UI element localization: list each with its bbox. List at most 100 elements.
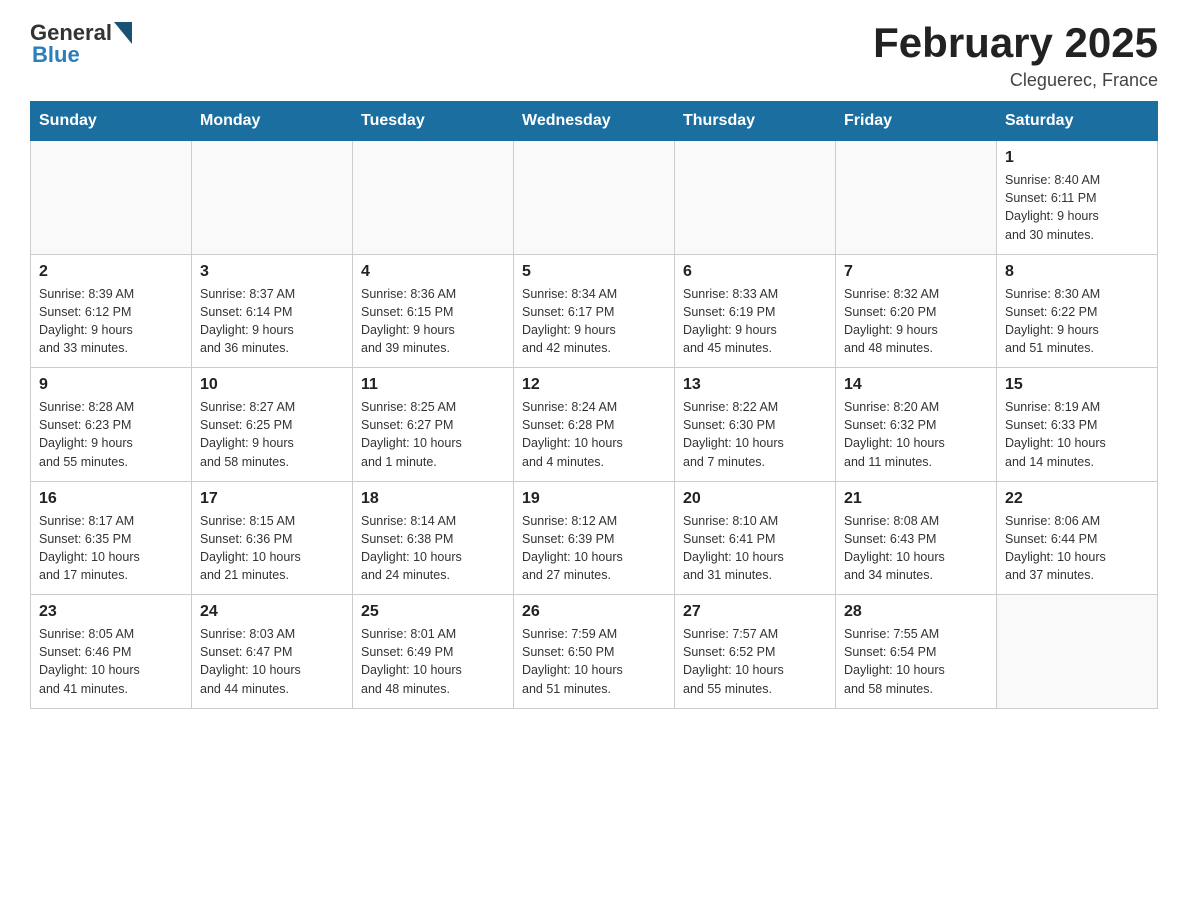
calendar-day-cell: 7Sunrise: 8:32 AMSunset: 6:20 PMDaylight… <box>836 254 997 368</box>
calendar-day-cell: 11 Sunrise: 8:25 AMSunset: 6:27 PMDayligh… <box>353 368 514 482</box>
day-info: Sunrise: 8:30 AMSunset: 6:22 PMDaylight:… <box>1005 285 1149 358</box>
location-subtitle: Cleguerec, France <box>873 70 1158 91</box>
day-number: 24 <box>200 603 344 621</box>
day-number: 13 <box>683 376 827 394</box>
day-info: Sunrise: 8:40 AMSunset: 6:11 PMDaylight:… <box>1005 171 1149 244</box>
calendar-day-cell: 24 Sunrise: 8:03 AMSunset: 6:47 PMDayligh… <box>192 595 353 709</box>
day-number: 10 <box>200 376 344 394</box>
calendar-day-cell: 15Sunrise: 8:19 AMSunset: 6:33 PMDayligh… <box>997 368 1158 482</box>
day-info: Sunrise: 8:10 AMSunset: 6:41 PMDaylight:… <box>683 512 827 585</box>
calendar-day-cell: 25 Sunrise: 8:01 AMSunset: 6:49 PMDayligh… <box>353 595 514 709</box>
day-info: Sunrise: 8:01 AMSunset: 6:49 PMDaylight:… <box>361 625 505 698</box>
day-number: 27 <box>683 603 827 621</box>
day-number: 21 <box>844 490 988 508</box>
calendar-day-cell: 19 Sunrise: 8:12 AMSunset: 6:39 PMDayligh… <box>514 481 675 595</box>
day-number: 4 <box>361 263 505 281</box>
logo-blue-text: Blue <box>32 42 132 68</box>
calendar-header-row: SundayMondayTuesdayWednesdayThursdayFrid… <box>31 102 1158 141</box>
calendar-day-cell: 12Sunrise: 8:24 AMSunset: 6:28 PMDayligh… <box>514 368 675 482</box>
day-number: 26 <box>522 603 666 621</box>
month-year-title: February 2025 <box>873 20 1158 66</box>
day-number: 23 <box>39 603 183 621</box>
day-number: 25 <box>361 603 505 621</box>
logo-triangle-icon <box>114 22 132 44</box>
day-info: Sunrise: 8:22 AMSunset: 6:30 PMDaylight:… <box>683 398 827 471</box>
calendar-day-cell: 21 Sunrise: 8:08 AMSunset: 6:43 PMDayligh… <box>836 481 997 595</box>
calendar-day-cell: 17 Sunrise: 8:15 AMSunset: 6:36 PMDayligh… <box>192 481 353 595</box>
calendar-day-header: Saturday <box>997 102 1158 141</box>
day-info: Sunrise: 8:08 AMSunset: 6:43 PMDaylight:… <box>844 512 988 585</box>
calendar-day-header: Tuesday <box>353 102 514 141</box>
calendar-week-row: 1 Sunrise: 8:40 AMSunset: 6:11 PMDaylight… <box>31 141 1158 255</box>
calendar-week-row: 9Sunrise: 8:28 AMSunset: 6:23 PMDaylight… <box>31 368 1158 482</box>
calendar-week-row: 16 Sunrise: 8:17 AMSunset: 6:35 PMDayligh… <box>31 481 1158 595</box>
day-number: 9 <box>39 376 183 394</box>
calendar-day-header: Monday <box>192 102 353 141</box>
day-info: Sunrise: 8:19 AMSunset: 6:33 PMDaylight:… <box>1005 398 1149 471</box>
calendar-day-cell: 23 Sunrise: 8:05 AMSunset: 6:46 PMDayligh… <box>31 595 192 709</box>
calendar-day-cell: 9Sunrise: 8:28 AMSunset: 6:23 PMDaylight… <box>31 368 192 482</box>
day-info: Sunrise: 8:14 AMSunset: 6:38 PMDaylight:… <box>361 512 505 585</box>
day-number: 20 <box>683 490 827 508</box>
day-number: 17 <box>200 490 344 508</box>
day-number: 18 <box>361 490 505 508</box>
calendar-day-cell <box>514 141 675 255</box>
calendar-day-cell <box>836 141 997 255</box>
day-info: Sunrise: 8:06 AMSunset: 6:44 PMDaylight:… <box>1005 512 1149 585</box>
calendar-day-header: Wednesday <box>514 102 675 141</box>
calendar-day-header: Friday <box>836 102 997 141</box>
day-info: Sunrise: 8:39 AMSunset: 6:12 PMDaylight:… <box>39 285 183 358</box>
calendar-day-cell: 1 Sunrise: 8:40 AMSunset: 6:11 PMDaylight… <box>997 141 1158 255</box>
calendar-day-cell: 8 Sunrise: 8:30 AMSunset: 6:22 PMDaylight… <box>997 254 1158 368</box>
calendar-day-cell: 4Sunrise: 8:36 AMSunset: 6:15 PMDaylight… <box>353 254 514 368</box>
calendar-day-cell: 5 Sunrise: 8:34 AMSunset: 6:17 PMDaylight… <box>514 254 675 368</box>
day-number: 8 <box>1005 263 1149 281</box>
calendar-day-cell: 6 Sunrise: 8:33 AMSunset: 6:19 PMDaylight… <box>675 254 836 368</box>
day-number: 3 <box>200 263 344 281</box>
day-info: Sunrise: 8:25 AMSunset: 6:27 PMDaylight:… <box>361 398 505 471</box>
calendar-day-cell: 27 Sunrise: 7:57 AMSunset: 6:52 PMDayligh… <box>675 595 836 709</box>
calendar-day-header: Sunday <box>31 102 192 141</box>
day-number: 6 <box>683 263 827 281</box>
day-number: 11 <box>361 376 505 394</box>
day-info: Sunrise: 7:57 AMSunset: 6:52 PMDaylight:… <box>683 625 827 698</box>
day-number: 5 <box>522 263 666 281</box>
calendar-week-row: 23 Sunrise: 8:05 AMSunset: 6:46 PMDayligh… <box>31 595 1158 709</box>
day-info: Sunrise: 8:17 AMSunset: 6:35 PMDaylight:… <box>39 512 183 585</box>
day-info: Sunrise: 8:15 AMSunset: 6:36 PMDaylight:… <box>200 512 344 585</box>
calendar-day-cell: 3 Sunrise: 8:37 AMSunset: 6:14 PMDaylight… <box>192 254 353 368</box>
calendar-day-cell: 28Sunrise: 7:55 AMSunset: 6:54 PMDayligh… <box>836 595 997 709</box>
day-info: Sunrise: 8:34 AMSunset: 6:17 PMDaylight:… <box>522 285 666 358</box>
page-header: General Blue February 2025 Cleguerec, Fr… <box>30 20 1158 91</box>
calendar-day-cell: 22Sunrise: 8:06 AMSunset: 6:44 PMDayligh… <box>997 481 1158 595</box>
title-block: February 2025 Cleguerec, France <box>873 20 1158 91</box>
calendar-day-cell: 10 Sunrise: 8:27 AMSunset: 6:25 PMDayligh… <box>192 368 353 482</box>
day-info: Sunrise: 8:27 AMSunset: 6:25 PMDaylight:… <box>200 398 344 471</box>
day-info: Sunrise: 8:05 AMSunset: 6:46 PMDaylight:… <box>39 625 183 698</box>
calendar-table: SundayMondayTuesdayWednesdayThursdayFrid… <box>30 101 1158 709</box>
calendar-day-cell: 13 Sunrise: 8:22 AMSunset: 6:30 PMDayligh… <box>675 368 836 482</box>
day-info: Sunrise: 8:12 AMSunset: 6:39 PMDaylight:… <box>522 512 666 585</box>
calendar-day-cell <box>353 141 514 255</box>
calendar-day-cell: 16 Sunrise: 8:17 AMSunset: 6:35 PMDayligh… <box>31 481 192 595</box>
calendar-day-cell: 2Sunrise: 8:39 AMSunset: 6:12 PMDaylight… <box>31 254 192 368</box>
calendar-day-cell: 18 Sunrise: 8:14 AMSunset: 6:38 PMDayligh… <box>353 481 514 595</box>
calendar-day-cell: 20 Sunrise: 8:10 AMSunset: 6:41 PMDayligh… <box>675 481 836 595</box>
calendar-day-cell: 14Sunrise: 8:20 AMSunset: 6:32 PMDayligh… <box>836 368 997 482</box>
calendar-day-header: Thursday <box>675 102 836 141</box>
day-info: Sunrise: 8:24 AMSunset: 6:28 PMDaylight:… <box>522 398 666 471</box>
day-number: 28 <box>844 603 988 621</box>
day-number: 16 <box>39 490 183 508</box>
day-info: Sunrise: 8:37 AMSunset: 6:14 PMDaylight:… <box>200 285 344 358</box>
logo: General Blue <box>30 20 132 68</box>
day-info: Sunrise: 8:33 AMSunset: 6:19 PMDaylight:… <box>683 285 827 358</box>
calendar-day-cell <box>997 595 1158 709</box>
day-info: Sunrise: 8:03 AMSunset: 6:47 PMDaylight:… <box>200 625 344 698</box>
calendar-day-cell: 26Sunrise: 7:59 AMSunset: 6:50 PMDayligh… <box>514 595 675 709</box>
day-number: 1 <box>1005 149 1149 167</box>
day-number: 19 <box>522 490 666 508</box>
calendar-day-cell <box>675 141 836 255</box>
day-info: Sunrise: 8:20 AMSunset: 6:32 PMDaylight:… <box>844 398 988 471</box>
calendar-day-cell <box>31 141 192 255</box>
day-info: Sunrise: 8:32 AMSunset: 6:20 PMDaylight:… <box>844 285 988 358</box>
